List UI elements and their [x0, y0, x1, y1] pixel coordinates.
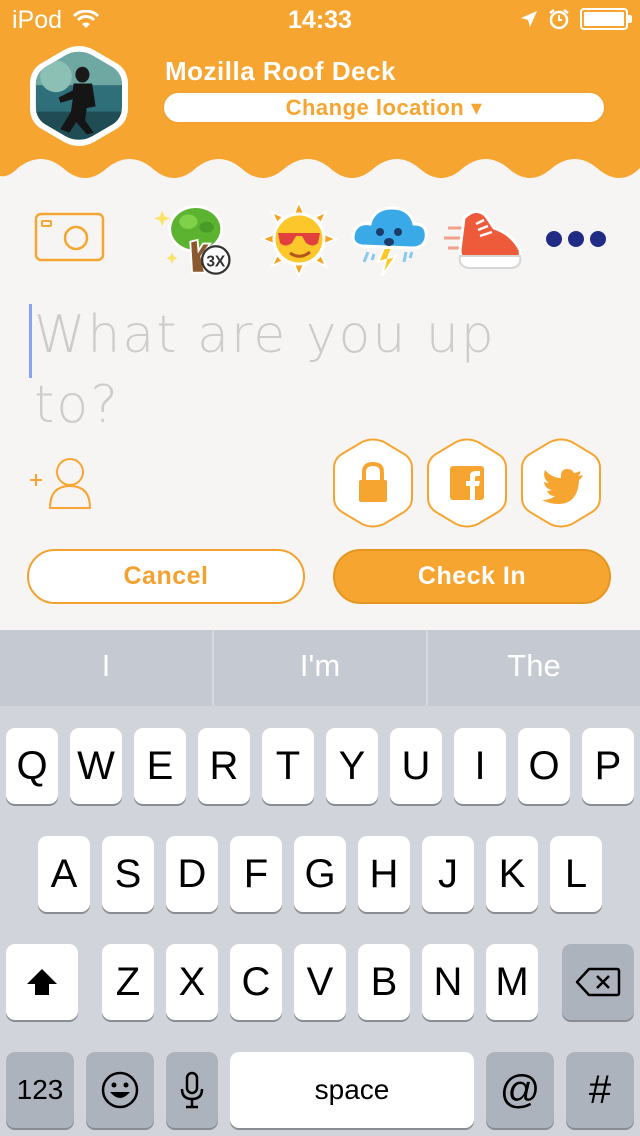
- shift-key[interactable]: [6, 944, 78, 1020]
- dot-icon: [590, 231, 606, 247]
- battery-icon: [580, 8, 632, 30]
- numbers-key[interactable]: 123: [6, 1052, 74, 1128]
- key-e[interactable]: E: [134, 728, 186, 804]
- prediction-suggestion[interactable]: The: [426, 630, 640, 706]
- sunglasses-sun-sticker-icon[interactable]: [258, 198, 340, 280]
- venue-name: Mozilla Roof Deck: [165, 56, 396, 86]
- prediction-suggestion[interactable]: I: [0, 630, 212, 706]
- key-b[interactable]: B: [358, 944, 410, 1020]
- key-q[interactable]: Q: [6, 728, 58, 804]
- key-n[interactable]: N: [422, 944, 474, 1020]
- key-v[interactable]: V: [294, 944, 346, 1020]
- key-x[interactable]: X: [166, 944, 218, 1020]
- tree-sticker-badge: 3X: [206, 253, 226, 270]
- key-w[interactable]: W: [70, 728, 122, 804]
- key-u[interactable]: U: [390, 728, 442, 804]
- key-y[interactable]: Y: [326, 728, 378, 804]
- dot-icon: [568, 231, 584, 247]
- facebook-icon[interactable]: [426, 438, 508, 528]
- key-a[interactable]: A: [38, 836, 90, 912]
- running-shoe-sticker-icon[interactable]: [442, 198, 524, 280]
- hash-key[interactable]: #: [566, 1052, 634, 1128]
- predictive-bar: I I'm The: [0, 630, 640, 706]
- key-i[interactable]: I: [454, 728, 506, 804]
- key-t[interactable]: T: [262, 728, 314, 804]
- delete-key[interactable]: [562, 944, 634, 1020]
- key-o[interactable]: O: [518, 728, 570, 804]
- key-p[interactable]: P: [582, 728, 634, 804]
- check-in-header: iPod 14:33 Mozilla Roof Deck Change loca…: [0, 0, 640, 190]
- storm-cloud-sticker-icon[interactable]: [348, 198, 430, 280]
- key-z[interactable]: Z: [102, 944, 154, 1020]
- emoji-key[interactable]: [86, 1052, 154, 1128]
- key-j[interactable]: J: [422, 836, 474, 912]
- alarm-clock-icon: [549, 9, 569, 30]
- shout-text-input[interactable]: [34, 300, 594, 438]
- ios-keyboard: I I'm The Q W E R T Y U I O P A S D F G …: [0, 630, 640, 1136]
- key-r[interactable]: R: [198, 728, 250, 804]
- shift-arrow-icon: [27, 969, 57, 995]
- tree-sticker-icon[interactable]: 3X: [152, 198, 234, 280]
- key-d[interactable]: D: [166, 836, 218, 912]
- status-right-icons: [520, 8, 632, 30]
- check-in-button[interactable]: Check In: [333, 549, 611, 604]
- lock-icon[interactable]: [332, 438, 414, 528]
- more-stickers-button[interactable]: [546, 231, 608, 247]
- space-key[interactable]: space: [230, 1052, 474, 1128]
- change-location-button[interactable]: Change location ▾: [162, 91, 606, 124]
- camera-icon[interactable]: [34, 212, 105, 262]
- user-avatar[interactable]: [28, 44, 130, 148]
- dictation-key[interactable]: [166, 1052, 218, 1128]
- microphone-icon: [180, 1071, 204, 1109]
- key-g[interactable]: G: [294, 836, 346, 912]
- key-s[interactable]: S: [102, 836, 154, 912]
- key-h[interactable]: H: [358, 836, 410, 912]
- backspace-icon: [575, 967, 621, 997]
- text-cursor: [29, 304, 32, 378]
- tag-friend-icon[interactable]: [28, 454, 94, 512]
- at-key[interactable]: @: [486, 1052, 554, 1128]
- prediction-suggestion[interactable]: I'm: [212, 630, 426, 706]
- key-k[interactable]: K: [486, 836, 538, 912]
- key-c[interactable]: C: [230, 944, 282, 1020]
- key-m[interactable]: M: [486, 944, 538, 1020]
- key-l[interactable]: L: [550, 836, 602, 912]
- emoji-smiley-icon: [101, 1071, 139, 1109]
- dot-icon: [546, 231, 562, 247]
- cancel-button[interactable]: Cancel: [27, 549, 305, 604]
- key-f[interactable]: F: [230, 836, 282, 912]
- twitter-icon[interactable]: [520, 438, 602, 528]
- location-arrow-icon: [521, 11, 537, 27]
